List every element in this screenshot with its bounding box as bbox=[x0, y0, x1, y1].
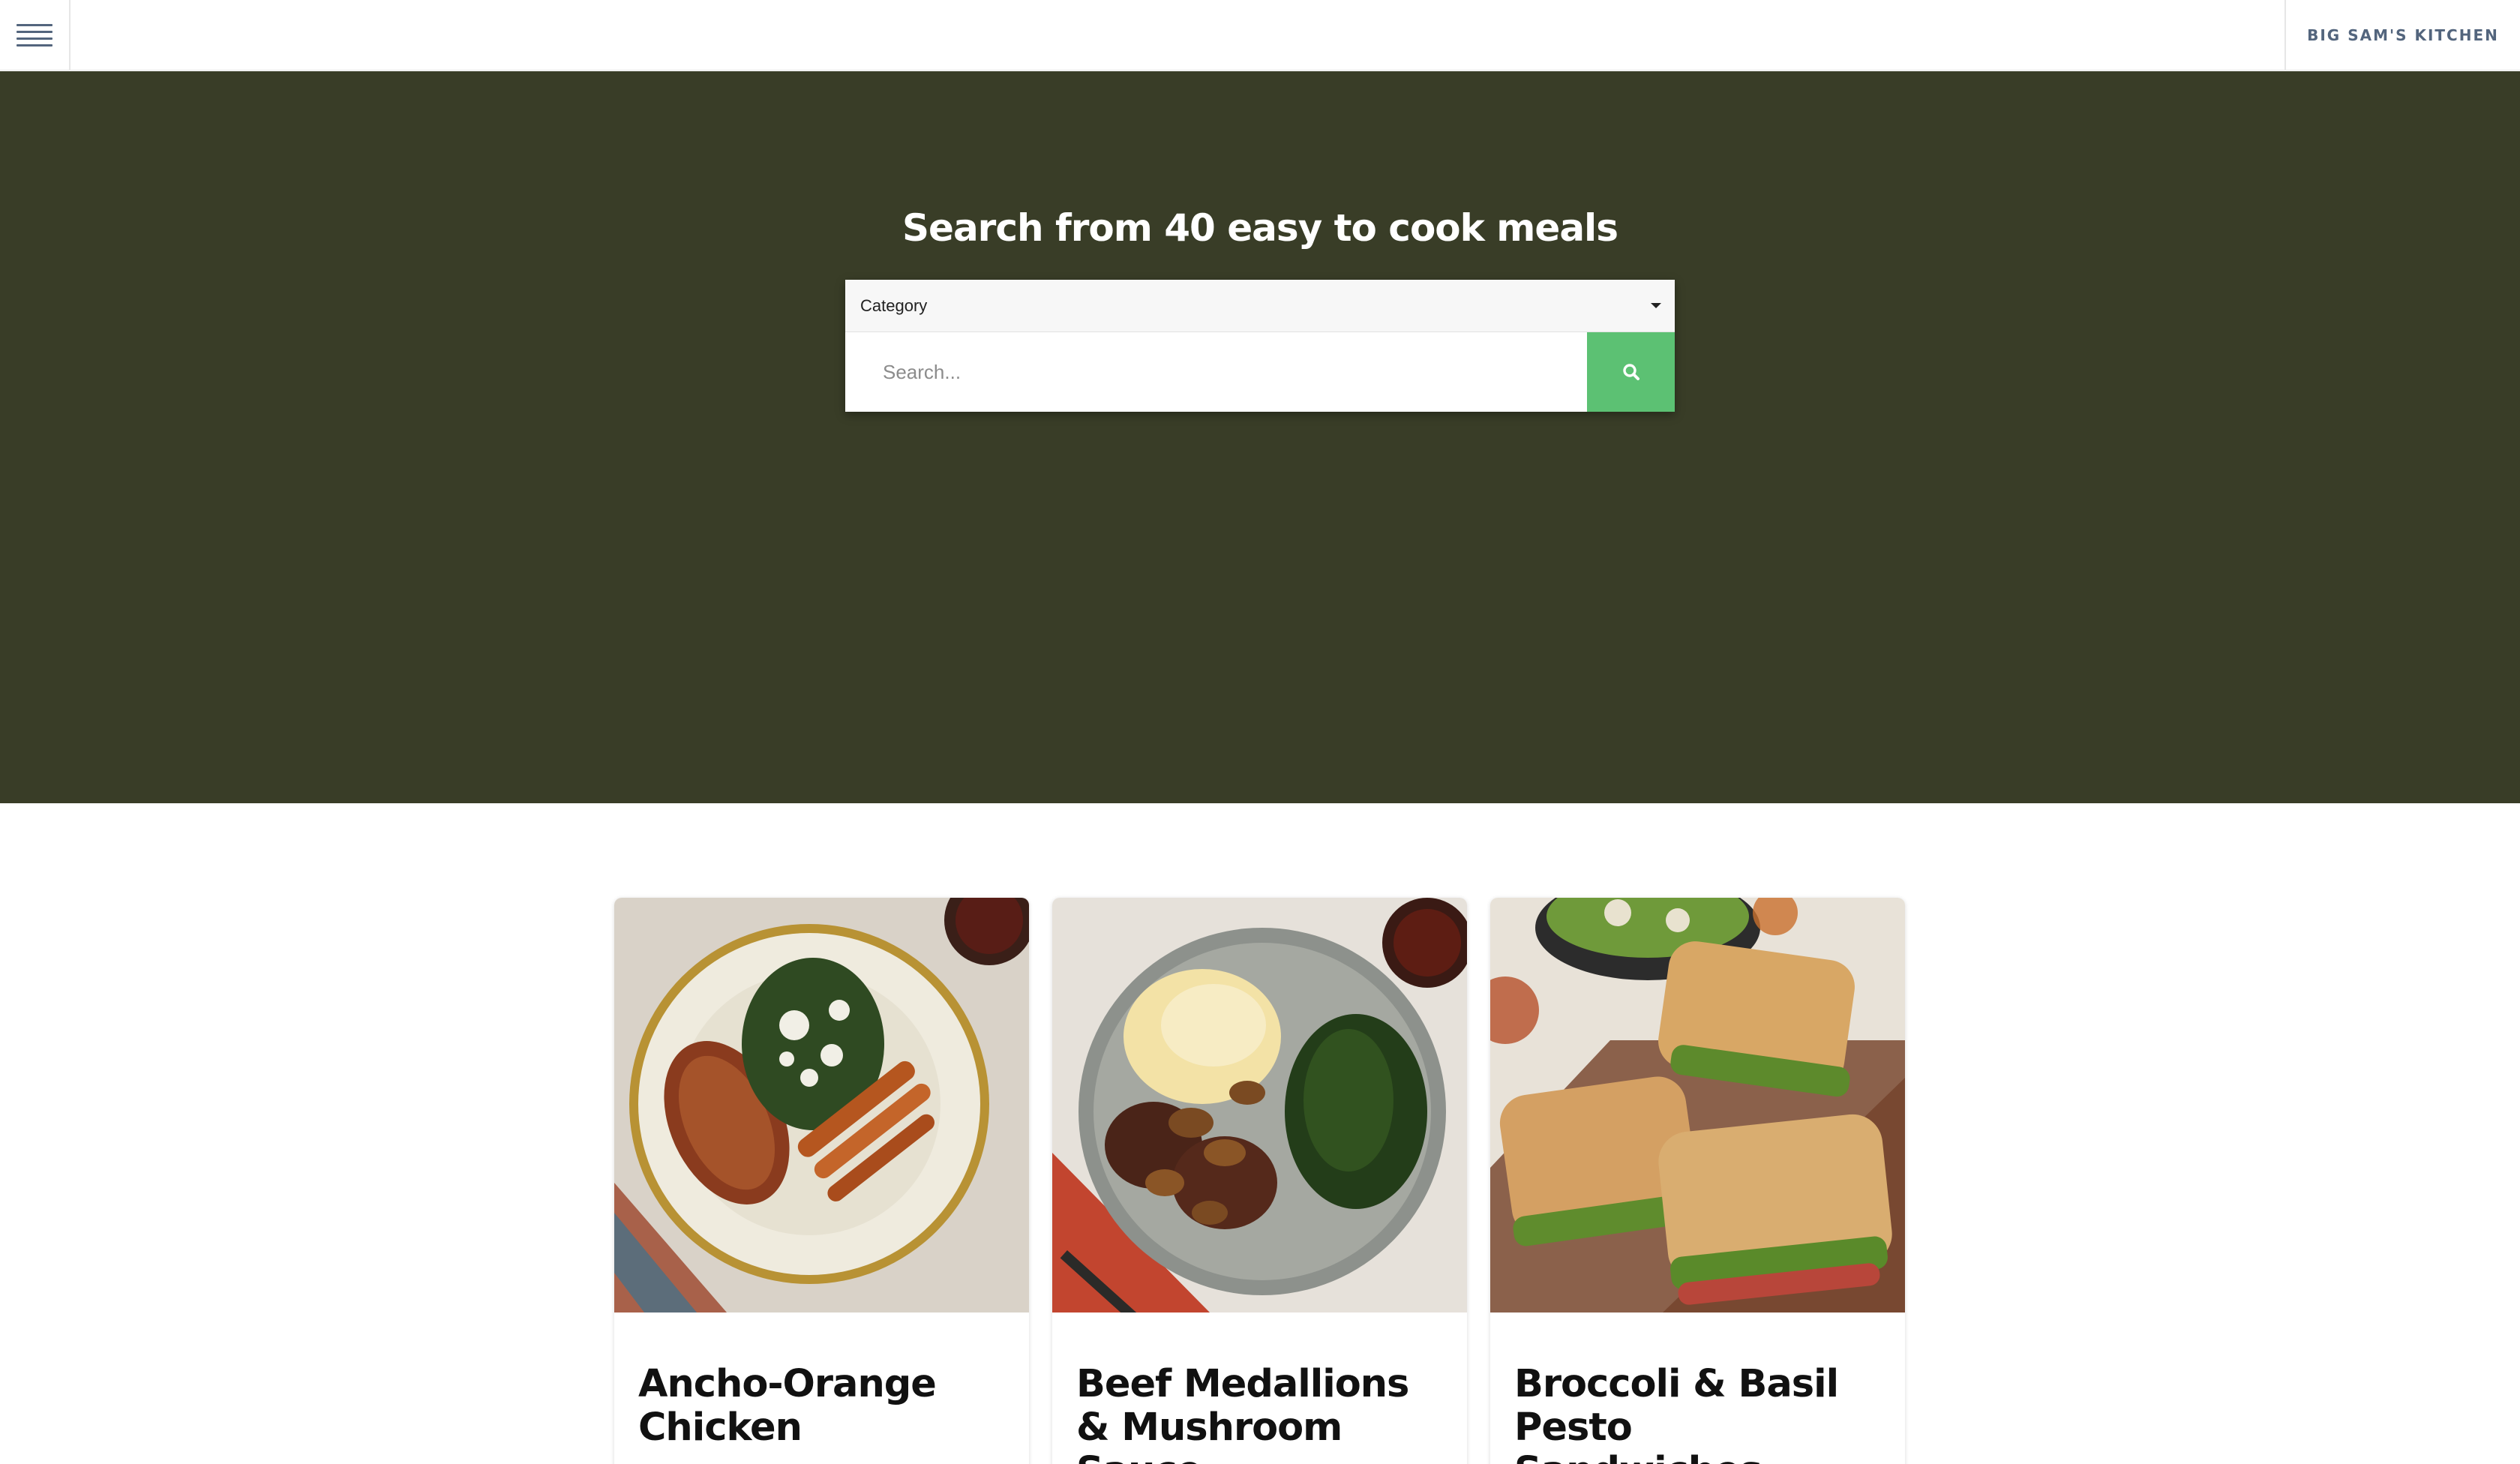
search-icon bbox=[1622, 364, 1640, 380]
search-button[interactable] bbox=[1587, 332, 1675, 412]
category-select[interactable]: Category bbox=[845, 280, 1675, 332]
beef-plate-photo bbox=[1052, 898, 1467, 1312]
top-navbar: BIG SAM'S KITCHEN bbox=[0, 0, 2520, 70]
recipe-card[interactable]: Ancho-Orange Chicken bbox=[614, 898, 1029, 1464]
hero-title: Search from 40 easy to cook meals bbox=[902, 206, 1618, 250]
search-form: Category bbox=[845, 280, 1675, 412]
hero-section: Search from 40 easy to cook meals Catego… bbox=[0, 71, 2520, 803]
recipe-title: Broccoli & Basil Pesto Sandwiches bbox=[1514, 1362, 1839, 1464]
chicken-plate-photo bbox=[614, 898, 1029, 1312]
search-row bbox=[845, 332, 1675, 412]
recipe-card-list: Ancho-Orange Chicken Beef Medallions & M… bbox=[614, 898, 1906, 1464]
hamburger-menu-icon bbox=[16, 24, 52, 46]
recipe-title: Beef Medallions & Mushroom Sauce bbox=[1076, 1362, 1409, 1464]
sandwich-photo bbox=[1490, 898, 1905, 1312]
recipe-card[interactable]: Beef Medallions & Mushroom Sauce bbox=[1052, 898, 1467, 1464]
recipe-title: Ancho-Orange Chicken bbox=[638, 1362, 937, 1450]
brand-name[interactable]: BIG SAM'S KITCHEN bbox=[2284, 0, 2520, 70]
menu-button[interactable] bbox=[0, 0, 70, 70]
caret-down-icon bbox=[1651, 303, 1661, 308]
recipe-card[interactable]: Broccoli & Basil Pesto Sandwiches bbox=[1490, 898, 1905, 1464]
category-select-value: Category bbox=[860, 296, 928, 315]
search-input[interactable] bbox=[845, 332, 1587, 412]
